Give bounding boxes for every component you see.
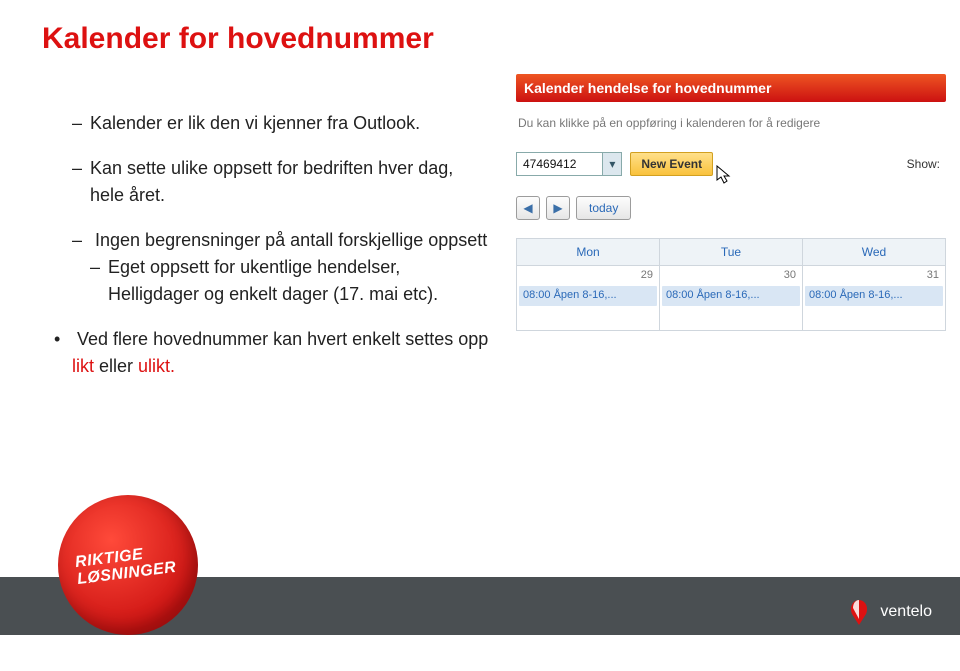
bullet-3-text: Ingen begrensninger på antall forskjelli… (95, 230, 487, 250)
cursor-icon (715, 165, 733, 183)
chevron-down-icon[interactable]: ▾ (602, 153, 621, 175)
daynum-mon: 29 (517, 266, 659, 284)
number-select-value: 47469412 (517, 157, 602, 171)
prev-button[interactable]: ◀ (516, 196, 540, 220)
bullet-2: Kan sette ulike oppsett for bedriften hv… (72, 155, 492, 209)
logo-mark-icon (844, 597, 874, 627)
page-title: Kalender for hovednummer (42, 22, 434, 56)
cell-wed[interactable]: 31 08:00 Åpen 8-16,... (803, 266, 946, 331)
panel-subtext: Du kan klikke på en oppføring i kalender… (518, 116, 946, 130)
next-button[interactable]: ▶ (546, 196, 570, 220)
ventelo-logo: ventelo (844, 597, 932, 627)
col-wed: Wed (803, 239, 946, 266)
bullet-4-pre: Ved flere hovednummer kan hvert enkelt s… (77, 329, 488, 349)
today-button[interactable]: today (576, 196, 631, 220)
panel-controls: 47469412 ▾ New Event Show: (516, 152, 946, 176)
event-mon[interactable]: 08:00 Åpen 8-16,... (519, 286, 657, 306)
bullet-4-mid: eller (94, 356, 138, 376)
logo-text: ventelo (880, 603, 932, 621)
calendar-panel: Kalender hendelse for hovednummer Du kan… (516, 74, 946, 331)
new-event-button[interactable]: New Event (630, 152, 713, 176)
badge-text: RIKTIGE LØSNINGER (74, 543, 177, 588)
bullet-3: Ingen begrensninger på antall forskjelli… (72, 227, 492, 308)
daynum-wed: 31 (803, 266, 945, 284)
show-label: Show: (907, 157, 946, 171)
bullet-4-ulikt: ulikt. (138, 356, 175, 376)
event-wed[interactable]: 08:00 Åpen 8-16,... (805, 286, 943, 306)
cell-mon[interactable]: 29 08:00 Åpen 8-16,... (517, 266, 660, 331)
bullet-4: Ved flere hovednummer kan hvert enkelt s… (54, 326, 492, 380)
event-tue[interactable]: 08:00 Åpen 8-16,... (662, 286, 800, 306)
daynum-tue: 30 (660, 266, 802, 284)
calendar-grid: Mon Tue Wed 29 08:00 Åpen 8-16,... 30 08… (516, 238, 946, 331)
panel-header: Kalender hendelse for hovednummer (516, 74, 946, 102)
bullet-3a: Eget oppsett for ukentlige hendelser, He… (90, 254, 492, 308)
bullet-4-likt: likt (72, 356, 94, 376)
col-mon: Mon (517, 239, 660, 266)
number-select[interactable]: 47469412 ▾ (516, 152, 622, 176)
calendar-nav: ◀ ▶ today (516, 196, 946, 220)
bullet-list: Kalender er lik den vi kjenner fra Outlo… (72, 110, 492, 398)
col-tue: Tue (660, 239, 803, 266)
badge: RIKTIGE LØSNINGER (58, 495, 198, 635)
cell-tue[interactable]: 30 08:00 Åpen 8-16,... (660, 266, 803, 331)
bullet-1: Kalender er lik den vi kjenner fra Outlo… (72, 110, 492, 137)
